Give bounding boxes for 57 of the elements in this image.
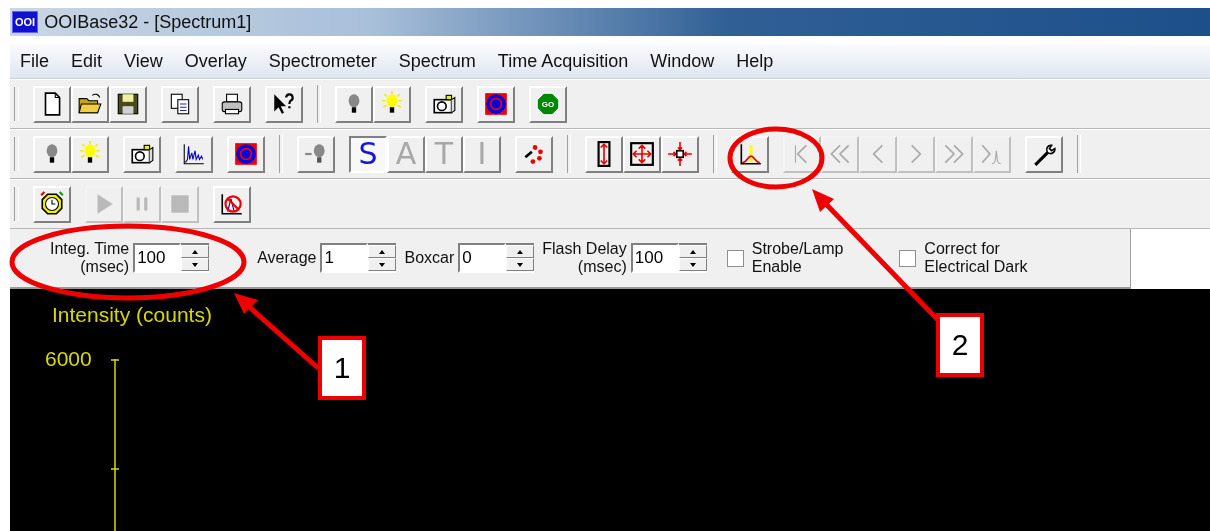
no-graph-icon: [219, 191, 245, 217]
menu-item[interactable]: Help: [726, 50, 786, 72]
spin-down-button[interactable]: [678, 258, 707, 271]
menu-item[interactable]: Window: [640, 50, 727, 72]
printer-icon: [219, 91, 245, 117]
field-label: Flash Delay (msec): [542, 239, 627, 277]
spin-field[interactable]: 100: [630, 243, 679, 273]
spectrum-icon: [181, 141, 207, 167]
down-arrow-icon: [689, 262, 696, 267]
mode-toggle-button[interactable]: S: [349, 135, 387, 173]
floppy-icon: [115, 91, 141, 117]
inward-arrows-icon: [667, 141, 693, 167]
callout-label: 1: [318, 336, 366, 400]
field-label: Boxcar: [404, 248, 455, 268]
menu-item[interactable]: View: [114, 50, 175, 72]
checkbox[interactable]: [726, 249, 744, 267]
target-icon: [233, 141, 259, 167]
window-title: OOIBase32 - [Spectrum1]: [44, 11, 252, 33]
checkbox-label: Strobe/Lamp Enable: [751, 239, 844, 277]
spin-up-button[interactable]: [678, 245, 707, 258]
checkbox-label: Correct for Electrical Dark: [924, 239, 1028, 277]
menu-item[interactable]: Edit: [61, 50, 115, 72]
down-arrow-icon: [517, 262, 524, 267]
up-arrow-icon: [192, 249, 199, 254]
go-label: GO: [541, 99, 555, 109]
spin-down-button[interactable]: [181, 258, 210, 271]
spin-field[interactable]: 1: [320, 243, 369, 273]
target-icon: [483, 91, 509, 117]
axis-title: Intensity (counts): [52, 303, 212, 327]
menu-item[interactable]: Overlay: [174, 50, 259, 72]
down-arrow-icon: [192, 262, 199, 267]
field-label: Integ. Time (msec): [50, 239, 130, 277]
field-label: Average: [257, 248, 317, 268]
up-arrow-icon: [689, 249, 696, 254]
spin-field[interactable]: 100: [133, 243, 182, 273]
menu-item[interactable]: File: [10, 50, 61, 72]
spin-down-button[interactable]: [506, 258, 535, 271]
spin-up-button[interactable]: [506, 245, 535, 258]
spin-up-button[interactable]: [368, 245, 397, 258]
up-arrow-icon: [517, 249, 524, 254]
alarm-clock-icon: [39, 191, 65, 217]
app-badge: OOI: [12, 11, 39, 33]
tick-label: 6000: [45, 347, 92, 371]
up-arrow-icon: [379, 249, 386, 254]
menu-item[interactable]: Time Acquisition: [487, 50, 641, 72]
wrench-icon: [1031, 141, 1057, 167]
checkbox[interactable]: [899, 249, 917, 267]
octagon-icon: [535, 91, 561, 117]
spin-up-button[interactable]: [181, 245, 210, 258]
toolbar-button[interactable]: GO: [529, 85, 567, 123]
spin-field[interactable]: 0: [458, 243, 507, 273]
callout-label: 2: [936, 313, 984, 377]
menu-item[interactable]: Spectrometer: [258, 50, 389, 72]
spin-down-button[interactable]: [368, 258, 397, 271]
down-arrow-icon: [379, 262, 386, 267]
menu-item[interactable]: Spectrum: [388, 50, 488, 72]
cross-arrows-icon: [629, 141, 655, 167]
